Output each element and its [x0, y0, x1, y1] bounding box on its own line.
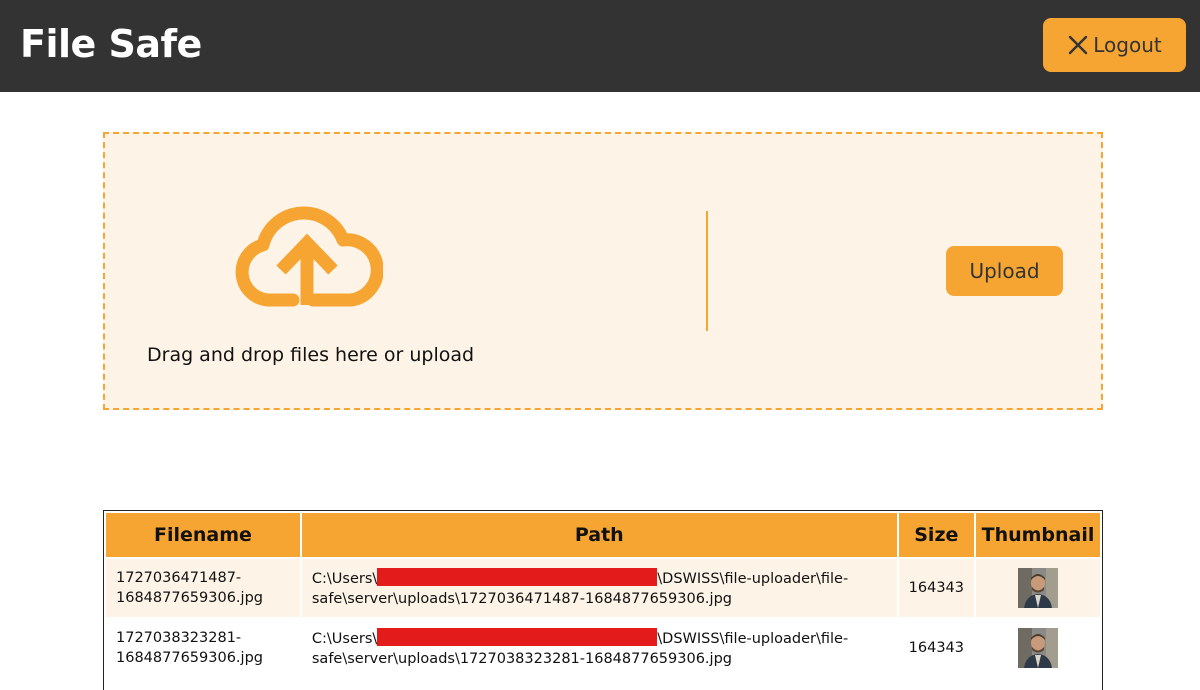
- column-header-filename[interactable]: Filename: [106, 513, 300, 557]
- column-header-size[interactable]: Size: [898, 513, 975, 557]
- thumbnail-image[interactable]: [1018, 628, 1058, 668]
- path-cell: C:\Users\ \DSWISS\file-uploader\file-safe…: [301, 619, 897, 677]
- close-icon: [1067, 34, 1089, 56]
- dropzone-hint: Drag and drop files here or upload: [147, 344, 475, 366]
- size-cell: 164343: [898, 619, 975, 677]
- table-row[interactable]: 1727036471487-1684877659306.jpg C:\Users…: [106, 559, 1100, 617]
- thumbnail-image[interactable]: [1018, 568, 1058, 608]
- thumbnail-cell[interactable]: [976, 619, 1100, 677]
- path-prefix: C:\Users\: [311, 570, 378, 587]
- cloud-upload-icon: [233, 200, 384, 310]
- filename-cell: 1727036471487-1684877659306.jpg: [106, 559, 300, 617]
- path-cell: C:\Users\ \DSWISS\file-uploader\file-safe…: [301, 559, 897, 617]
- thumbnail-cell[interactable]: [976, 559, 1100, 617]
- column-header-thumbnail[interactable]: Thumbnail: [976, 513, 1100, 557]
- top-bar: File Safe Logout: [0, 0, 1200, 92]
- dropzone-divider: [706, 211, 708, 331]
- size-cell: 164343: [898, 559, 975, 617]
- app-title: File Safe: [20, 22, 202, 66]
- column-header-path[interactable]: Path: [301, 513, 897, 557]
- files-table-container: Filename Path Size Thumbnail 17270364714…: [103, 510, 1103, 690]
- upload-button[interactable]: Upload: [946, 246, 1063, 296]
- file-dropzone[interactable]: Drag and drop files here or upload Uploa…: [103, 132, 1103, 410]
- logout-button[interactable]: Logout: [1043, 18, 1186, 72]
- table-header-row: Filename Path Size Thumbnail: [106, 513, 1100, 557]
- table-row[interactable]: 1727038323281-1684877659306.jpg C:\Users…: [106, 619, 1100, 677]
- redaction-block: [377, 567, 658, 586]
- files-table: Filename Path Size Thumbnail 17270364714…: [104, 511, 1102, 679]
- redaction-block: [377, 627, 658, 646]
- filename-cell: 1727038323281-1684877659306.jpg: [106, 619, 300, 677]
- logout-label: Logout: [1093, 33, 1162, 57]
- path-prefix: C:\Users\: [311, 630, 378, 647]
